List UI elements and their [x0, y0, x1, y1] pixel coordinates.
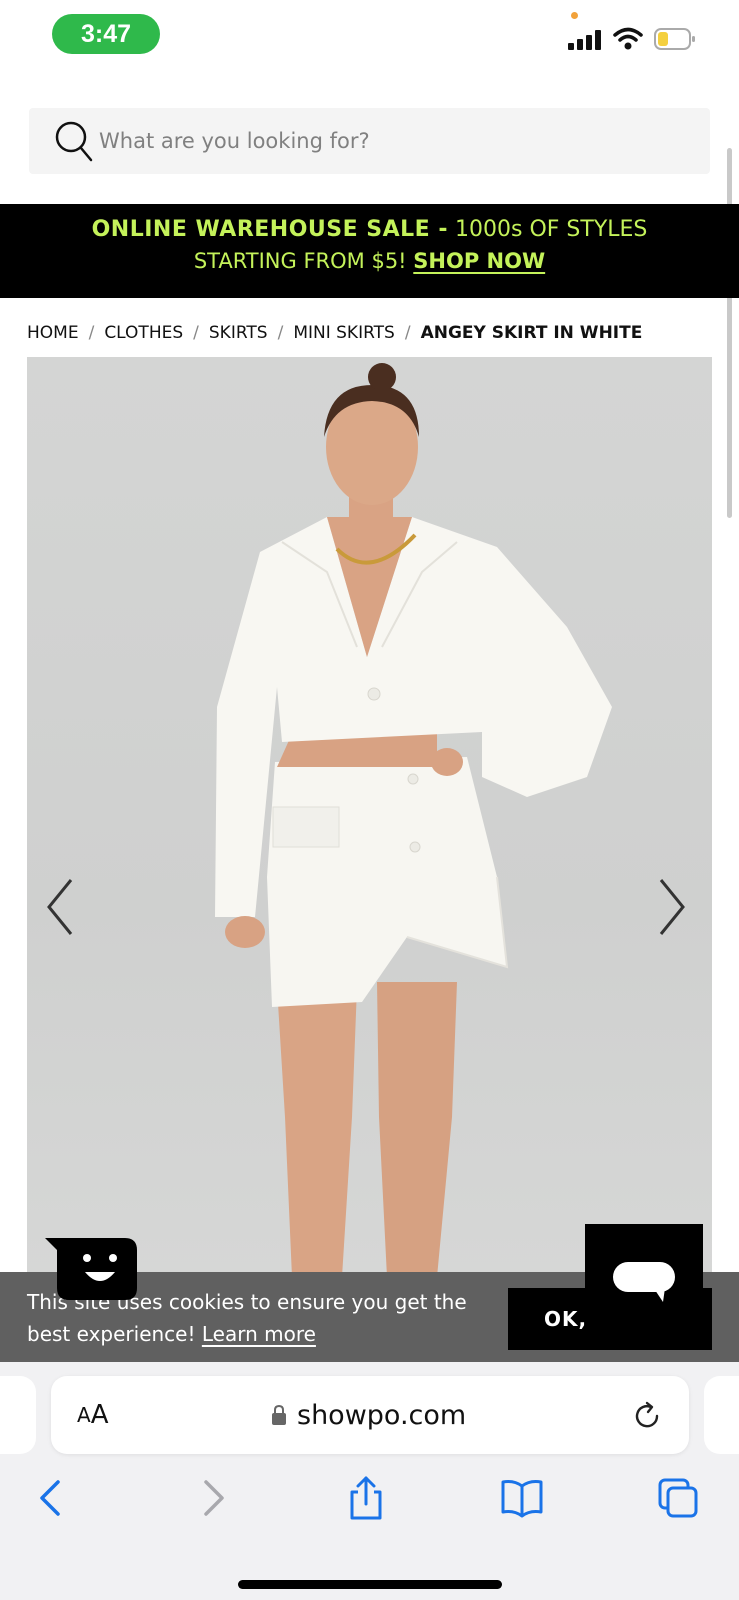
promo-subline-text: STARTING FROM $5!	[193, 249, 407, 273]
promo-subline: STARTING FROM $5! SHOP NOW	[0, 249, 739, 273]
product-image-carousel[interactable]	[27, 357, 712, 1277]
breadcrumb-current: ANGEY SKIRT IN WHITE	[420, 323, 643, 343]
cellular-signal-icon	[568, 30, 604, 50]
status-time: 3:47	[52, 14, 160, 54]
aa-large-letter: A	[90, 1400, 109, 1430]
url-text: showpo.com	[297, 1399, 467, 1431]
battery-low-icon	[654, 28, 695, 50]
breadcrumb-item-skirts[interactable]: SKIRTS	[209, 323, 268, 343]
search-icon	[55, 121, 93, 162]
status-bar: 3:47	[0, 0, 739, 72]
breadcrumb-item-home[interactable]: HOME	[27, 323, 79, 343]
share-icon[interactable]	[344, 1474, 388, 1522]
reload-icon[interactable]	[631, 1400, 663, 1432]
forward-icon[interactable]	[190, 1474, 234, 1522]
url-display[interactable]: showpo.com	[271, 1376, 466, 1454]
product-photo	[215, 363, 612, 1277]
shop-now-link[interactable]: SHOP NOW	[413, 249, 545, 273]
promo-banner[interactable]: ONLINE WAREHOUSE SALE - 1000s OF STYLES …	[0, 204, 739, 298]
browser-chrome: AA showpo.com	[0, 1362, 739, 1600]
breadcrumb-separator: /	[277, 323, 284, 343]
home-indicator[interactable]	[238, 1580, 502, 1589]
breadcrumb-separator: /	[193, 323, 199, 343]
breadcrumb-item-mini-skirts[interactable]: MINI SKIRTS	[293, 323, 395, 343]
tabs-icon[interactable]	[656, 1474, 700, 1522]
breadcrumb-item-clothes[interactable]: CLOTHES	[104, 323, 183, 343]
browser-toolbar	[0, 1474, 739, 1534]
promo-headline-rest: 1000s OF STYLES	[455, 217, 648, 242]
privacy-indicator-dot	[571, 12, 578, 19]
promo-headline: ONLINE WAREHOUSE SALE - 1000s OF STYLES	[0, 217, 739, 242]
search-input[interactable]	[99, 108, 679, 174]
address-bar[interactable]: AA showpo.com	[51, 1376, 689, 1454]
learn-more-link[interactable]: Learn more	[202, 1322, 316, 1346]
breadcrumb-separator: /	[88, 323, 95, 343]
chat-bubble-icon	[613, 1262, 675, 1302]
reader-settings-button[interactable]: AA	[77, 1376, 108, 1454]
chat-launcher-button[interactable]	[585, 1224, 703, 1316]
aa-small-letter: A	[77, 1403, 91, 1427]
chevron-right-icon[interactable]	[649, 872, 689, 942]
bookmarks-icon[interactable]	[500, 1474, 544, 1522]
breadcrumb-separator: /	[404, 323, 411, 343]
chevron-left-icon[interactable]	[43, 872, 83, 942]
promo-headline-bold: ONLINE WAREHOUSE SALE -	[91, 217, 449, 242]
back-icon[interactable]	[30, 1474, 74, 1522]
breadcrumb: HOME / CLOTHES / SKIRTS / MINI SKIRTS / …	[27, 318, 642, 348]
next-tab-preview[interactable]	[704, 1376, 739, 1454]
previous-tab-preview[interactable]	[0, 1376, 36, 1454]
lock-icon	[272, 1404, 286, 1425]
search-bar[interactable]	[29, 108, 710, 174]
wifi-icon	[613, 27, 643, 50]
chat-face-icon[interactable]	[45, 1236, 137, 1302]
